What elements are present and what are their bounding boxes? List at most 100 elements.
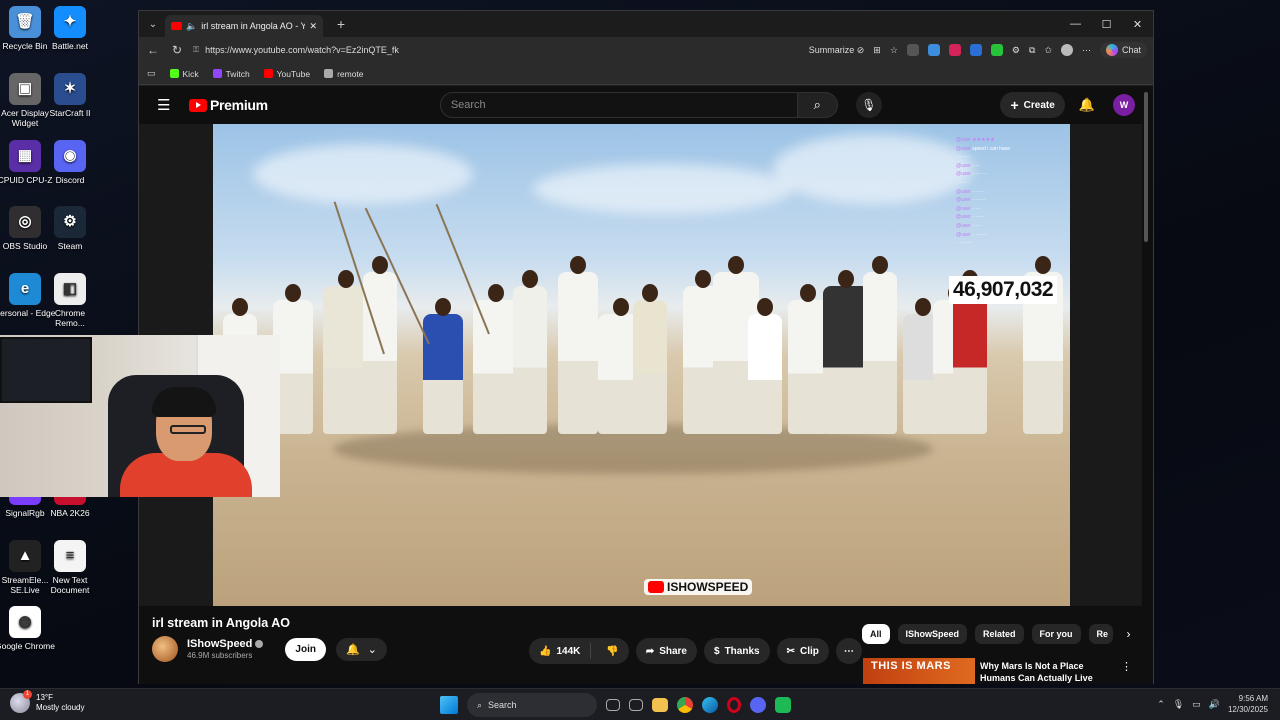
bookmark-favicon-icon xyxy=(263,69,273,78)
summarize-button[interactable]: Summarize ⊘ xyxy=(809,45,865,56)
recommendation-title[interactable]: Why Mars Is Not a Place Humans Can Actua… xyxy=(980,660,1100,684)
more-actions-button[interactable]: ⋯ xyxy=(835,638,862,664)
filter-chip[interactable]: For you xyxy=(1031,624,1081,644)
extension-icon[interactable] xyxy=(927,44,940,56)
tab-bar: ⌄ 🔈 irl stream in Angola AO - YouT ✕ + —… xyxy=(139,11,1153,37)
favorites-icon[interactable]: ✩ xyxy=(1044,45,1052,56)
edge-icon[interactable] xyxy=(702,697,718,713)
app-icon[interactable] xyxy=(775,697,791,713)
youtube-logo-icon xyxy=(189,98,207,112)
search-icon: ⌕ xyxy=(477,699,483,710)
split-screen-icon[interactable]: ⧉ xyxy=(1029,45,1035,56)
search-input[interactable]: Search xyxy=(439,92,798,118)
more-menu-icon[interactable]: ⋯ xyxy=(1082,45,1091,56)
copilot-chat-button[interactable]: Chat xyxy=(1099,42,1147,58)
show-hidden-icons-icon[interactable]: ⌃ xyxy=(1157,699,1165,710)
taskbar-search[interactable]: ⌕ Search xyxy=(467,693,597,717)
desktop-icon[interactable]: ≡ New Text Document xyxy=(39,540,101,595)
task-view-icon[interactable] xyxy=(606,699,620,711)
video-scene xyxy=(213,201,1070,434)
weather-widget[interactable]: 1 13°F Mostly cloudy xyxy=(10,690,84,713)
create-button[interactable]: + Create xyxy=(1000,92,1065,118)
filter-chip[interactable]: IShowSpeed xyxy=(897,624,968,644)
browser-window: ⌄ 🔈 irl stream in Angola AO - YouT ✕ + —… xyxy=(138,10,1154,684)
bookmark-item[interactable]: YouTube xyxy=(263,69,310,79)
opera-icon[interactable] xyxy=(727,697,741,713)
refresh-button[interactable]: ↻ xyxy=(169,43,185,57)
speaker-icon[interactable]: 🔈 xyxy=(186,21,197,32)
related-chips: All IShowSpeed Related For you Re › xyxy=(862,624,1131,644)
dislike-button[interactable]: 👎 xyxy=(596,646,628,657)
desktop-icon[interactable]: ⚙ Steam xyxy=(39,206,101,251)
close-tab-icon[interactable]: ✕ xyxy=(309,21,317,32)
account-avatar[interactable]: W xyxy=(1113,94,1135,116)
extension-icon[interactable] xyxy=(906,44,919,56)
extensions-puzzle-icon[interactable]: ⚙ xyxy=(1012,45,1020,56)
page-scrollbar[interactable] xyxy=(1144,88,1150,682)
youtube-premium-logo[interactable]: Premium xyxy=(189,97,268,113)
bookmark-item[interactable]: remote xyxy=(324,69,364,79)
volume-icon[interactable]: 🔊 xyxy=(1209,699,1220,710)
app-icon: ✦ xyxy=(54,6,86,38)
profile-avatar[interactable] xyxy=(1060,44,1073,56)
chrome-icon[interactable] xyxy=(677,697,693,713)
bell-icon: 🔔 xyxy=(345,643,360,656)
close-window-button[interactable]: ✕ xyxy=(1122,18,1153,31)
like-button[interactable]: 👍 144K xyxy=(539,643,592,659)
file-explorer-icon[interactable] xyxy=(652,698,668,712)
bookmark-item[interactable]: Twitch xyxy=(212,69,250,79)
thanks-button[interactable]: $ Thanks xyxy=(704,638,770,664)
discord-icon[interactable] xyxy=(750,697,766,713)
chevron-right-icon[interactable]: › xyxy=(1127,624,1131,644)
filter-chip[interactable]: Re xyxy=(1088,624,1113,644)
back-button[interactable]: ← xyxy=(145,43,161,57)
tab-title: irl stream in Angola AO - YouT xyxy=(201,21,306,31)
start-windows-icon[interactable] xyxy=(440,696,458,714)
reader-mode-icon[interactable]: ⊞ xyxy=(873,45,881,56)
favorite-star-icon[interactable]: ☆ xyxy=(890,45,898,56)
clip-button[interactable]: ✂ Clip xyxy=(776,638,829,664)
filter-chip[interactable]: Related xyxy=(975,624,1024,644)
tab-youtube[interactable]: 🔈 irl stream in Angola AO - YouT ✕ xyxy=(165,15,323,37)
clock[interactable]: 9:56 AM 12/30/2025 xyxy=(1228,693,1268,715)
join-button[interactable]: Join xyxy=(285,637,326,661)
channel-avatar[interactable] xyxy=(152,636,178,662)
app-icon: 🗑 xyxy=(9,6,41,38)
scissors-icon: ✂ xyxy=(786,645,795,657)
site-info-icon[interactable]: ⚿ xyxy=(193,45,199,55)
extension-icon[interactable] xyxy=(969,44,982,56)
video-actions: 👍 144K 👎 ➦ Share $ Thanks ✂ Clip ⋯ xyxy=(529,638,862,664)
extension-icon[interactable] xyxy=(948,44,961,56)
new-tab-button[interactable]: + xyxy=(331,16,351,32)
desktop-icon[interactable]: ◍ Google Chrome xyxy=(0,606,56,651)
menu-hamburger-icon[interactable]: ☰ xyxy=(157,96,177,114)
desktop-icon[interactable]: ✶ StarCraft II xyxy=(39,73,101,118)
voice-search-button[interactable]: 🎙 xyxy=(855,92,882,118)
app-icon: ◍ xyxy=(9,606,41,638)
desktop-icon[interactable]: ✦ Battle.net xyxy=(39,6,101,51)
share-button[interactable]: ➦ Share xyxy=(635,638,697,664)
desktop-icon[interactable]: ◧ Chrome Remo... xyxy=(39,273,101,328)
thumbs-up-icon: 👍 xyxy=(539,645,552,657)
extension-icon[interactable] xyxy=(990,44,1003,56)
tab-actions-menu-icon[interactable]: ⌄ xyxy=(141,14,165,34)
widgets-icon[interactable] xyxy=(629,699,643,711)
subscription-bell-button[interactable]: 🔔 ⌄ xyxy=(335,637,387,661)
desktop-icon[interactable]: ◉ Discord xyxy=(39,140,101,185)
app-icon: ✶ xyxy=(54,73,86,105)
url-field[interactable]: ⚿ https://www.youtube.com/watch?v=Ez2inQ… xyxy=(193,40,801,60)
recommendation-thumbnail[interactable]: THIS IS MARS xyxy=(863,658,975,684)
video-player[interactable]: @user ★★★★★ @user speed i can have ·····… xyxy=(213,124,1070,606)
minimize-button[interactable]: — xyxy=(1060,18,1091,31)
search-button[interactable]: ⌕ xyxy=(797,92,838,118)
notifications-bell-icon[interactable]: 🔔 xyxy=(1079,97,1095,113)
subscriber-count: 46.9M subscribers xyxy=(187,651,253,660)
bookmark-item[interactable]: Kick xyxy=(169,69,199,79)
recommendation-menu-icon[interactable]: ⋮ xyxy=(1121,660,1132,673)
filter-chip[interactable]: All xyxy=(862,624,890,644)
network-icon[interactable]: ▭ xyxy=(1192,699,1201,710)
bookmarks-folder-icon[interactable]: ▭ xyxy=(147,68,156,79)
microphone-icon[interactable]: 🎙 xyxy=(1173,699,1184,710)
maximize-button[interactable]: ☐ xyxy=(1091,18,1122,31)
channel-name[interactable]: IShowSpeed xyxy=(187,638,264,650)
